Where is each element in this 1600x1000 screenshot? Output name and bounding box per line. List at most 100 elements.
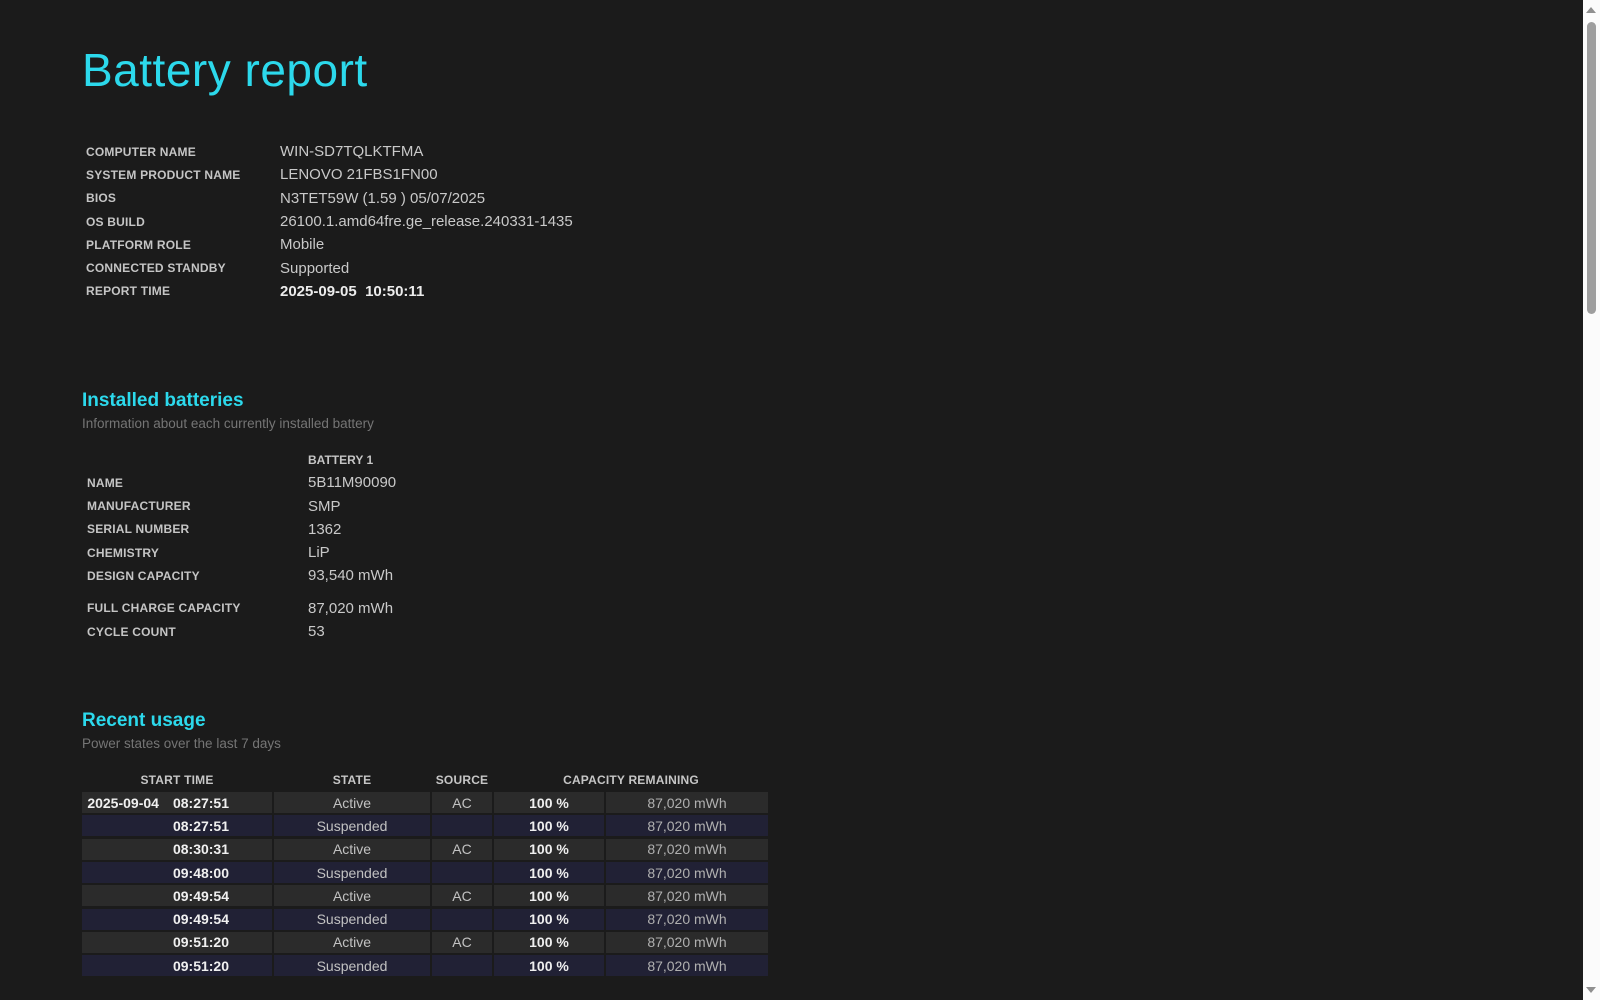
cell-state: Active — [274, 792, 430, 813]
cell-state: Suspended — [274, 815, 430, 836]
cell-capacity-mwh: 87,020 mWh — [606, 932, 768, 953]
info-row: CONNECTED STANDBYSupported — [82, 256, 1583, 279]
start-time: 09:51:20 — [173, 958, 229, 974]
battery-row-value: 53 — [308, 623, 325, 640]
table-row: 09:51:20ActiveAC100 %87,020 mWh — [82, 932, 770, 953]
installed-batteries-heading: Installed batteries — [82, 389, 1583, 413]
info-value: N3TET59W (1.59 ) 05/07/2025 — [280, 190, 485, 207]
cell-capacity-percent: 100 % — [494, 955, 604, 976]
column-header-source: SOURCE — [432, 773, 492, 787]
battery-row: NAME5B11M90090 — [82, 471, 1583, 494]
column-header-capacity-remaining: CAPACITY REMAINING — [494, 773, 768, 787]
recent-usage-table-header: START TIME STATE SOURCE CAPACITY REMAINI… — [82, 770, 770, 790]
cell-capacity-percent: 100 % — [494, 862, 604, 883]
cell-source: AC — [432, 792, 492, 813]
start-date: 2025-09-04 — [87, 795, 159, 811]
cell-capacity-mwh: 87,020 mWh — [606, 909, 768, 930]
system-info: COMPUTER NAMEWIN-SD7TQLKTFMASYSTEM PRODU… — [82, 140, 1583, 303]
cell-state: Active — [274, 885, 430, 906]
info-label: OS BUILD — [82, 215, 280, 229]
battery-row-value: 5B11M90090 — [308, 474, 396, 491]
column-header-state: STATE — [274, 773, 430, 787]
recent-usage-table-body: 2025-09-0408:27:51ActiveAC100 %87,020 mW… — [82, 792, 770, 976]
battery-table: BATTERY 1 NAME5B11M90090MANUFACTURERSMPS… — [82, 448, 1583, 643]
battery-row-label: CHEMISTRY — [82, 546, 308, 560]
table-row: 08:27:51Suspended100 %87,020 mWh — [82, 815, 770, 836]
cell-start-time: 09:48:00 — [82, 862, 272, 883]
info-row: OS BUILD26100.1.amd64fre.ge_release.2403… — [82, 210, 1583, 233]
battery-row-value: SMP — [308, 498, 341, 515]
cell-state: Active — [274, 839, 430, 860]
cell-source — [432, 862, 492, 883]
cell-source — [432, 815, 492, 836]
battery-report-page: Battery report COMPUTER NAMEWIN-SD7TQLKT… — [0, 0, 1583, 1000]
cell-start-time: 08:30:31 — [82, 839, 272, 860]
scrollbar-up-arrow-icon[interactable] — [1586, 7, 1596, 13]
start-time: 09:51:20 — [173, 934, 229, 950]
cell-source — [432, 909, 492, 930]
cell-start-time: 09:51:20 — [82, 955, 272, 976]
recent-usage-subtitle: Power states over the last 7 days — [82, 736, 1583, 751]
installed-batteries-section: Installed batteries Information about ea… — [82, 389, 1583, 643]
info-label: SYSTEM PRODUCT NAME — [82, 168, 280, 182]
cell-state: Active — [274, 932, 430, 953]
cell-start-time: 2025-09-0408:27:51 — [82, 792, 272, 813]
info-value: Supported — [280, 260, 349, 277]
battery-row-label: CYCLE COUNT — [82, 625, 308, 639]
scrollbar-thumb[interactable] — [1587, 22, 1596, 314]
battery-row: DESIGN CAPACITY93,540 mWh — [82, 564, 1583, 587]
cell-capacity-mwh: 87,020 mWh — [606, 885, 768, 906]
cell-capacity-mwh: 87,020 mWh — [606, 955, 768, 976]
start-time: 09:48:00 — [173, 865, 229, 881]
battery-row-label: SERIAL NUMBER — [82, 522, 308, 536]
cell-capacity-mwh: 87,020 mWh — [606, 839, 768, 860]
info-row: PLATFORM ROLEMobile — [82, 233, 1583, 256]
battery-column-header: BATTERY 1 — [82, 448, 1583, 471]
battery-row-label: FULL CHARGE CAPACITY — [82, 601, 308, 615]
cell-capacity-percent: 100 % — [494, 792, 604, 813]
battery-row-value: 1362 — [308, 521, 341, 538]
battery-row: FULL CHARGE CAPACITY87,020 mWh — [82, 597, 1583, 620]
table-row: 2025-09-0408:27:51ActiveAC100 %87,020 mW… — [82, 792, 770, 813]
cell-start-time: 09:51:20 — [82, 932, 272, 953]
info-label: REPORT TIME — [82, 284, 280, 298]
cell-start-time: 09:49:54 — [82, 885, 272, 906]
battery-row: CYCLE COUNT53 — [82, 620, 1583, 643]
info-value: LENOVO 21FBS1FN00 — [280, 166, 438, 183]
scrollbar-down-arrow-icon[interactable] — [1586, 987, 1596, 993]
cell-source: AC — [432, 885, 492, 906]
battery-row-label: DESIGN CAPACITY — [82, 569, 308, 583]
battery-row: CHEMISTRYLiP — [82, 541, 1583, 564]
info-row: COMPUTER NAMEWIN-SD7TQLKTFMA — [82, 140, 1583, 163]
info-label: BIOS — [82, 191, 280, 205]
info-row: BIOSN3TET59W (1.59 ) 05/07/2025 — [82, 187, 1583, 210]
cell-start-time: 09:49:54 — [82, 909, 272, 930]
info-row: REPORT TIME2025-09-05 10:50:11 — [82, 280, 1583, 303]
info-value: Mobile — [280, 236, 324, 253]
cell-capacity-percent: 100 % — [494, 909, 604, 930]
cell-state: Suspended — [274, 955, 430, 976]
info-row: SYSTEM PRODUCT NAMELENOVO 21FBS1FN00 — [82, 163, 1583, 186]
start-time: 08:30:31 — [173, 841, 229, 857]
table-row: 08:30:31 ActiveAC100 %87,020 mWh — [82, 839, 770, 860]
cell-source: AC — [432, 839, 492, 860]
cell-source — [432, 955, 492, 976]
vertical-scrollbar[interactable] — [1583, 0, 1600, 1000]
recent-usage-table: START TIME STATE SOURCE CAPACITY REMAINI… — [82, 770, 770, 976]
cell-capacity-mwh: 87,020 mWh — [606, 815, 768, 836]
cell-capacity-percent: 100 % — [494, 839, 604, 860]
info-label: COMPUTER NAME — [82, 145, 280, 159]
installed-batteries-subtitle: Information about each currently install… — [82, 416, 1583, 431]
table-row: 09:49:54ActiveAC100 %87,020 mWh — [82, 885, 770, 906]
table-row: 09:51:20 Suspended 100 %87,020 mWh — [82, 955, 770, 976]
cell-source: AC — [432, 932, 492, 953]
cell-capacity-mwh: 87,020 mWh — [606, 792, 768, 813]
start-time: 09:49:54 — [173, 888, 229, 904]
recent-usage-section: Recent usage Power states over the last … — [82, 709, 1583, 976]
cell-start-time: 08:27:51 — [82, 815, 272, 836]
battery-row-value: 93,540 mWh — [308, 567, 393, 584]
cell-state: Suspended — [274, 862, 430, 883]
info-value: 26100.1.amd64fre.ge_release.240331-1435 — [280, 213, 573, 230]
cell-capacity-mwh: 87,020 mWh — [606, 862, 768, 883]
battery-row-value: LiP — [308, 544, 330, 561]
